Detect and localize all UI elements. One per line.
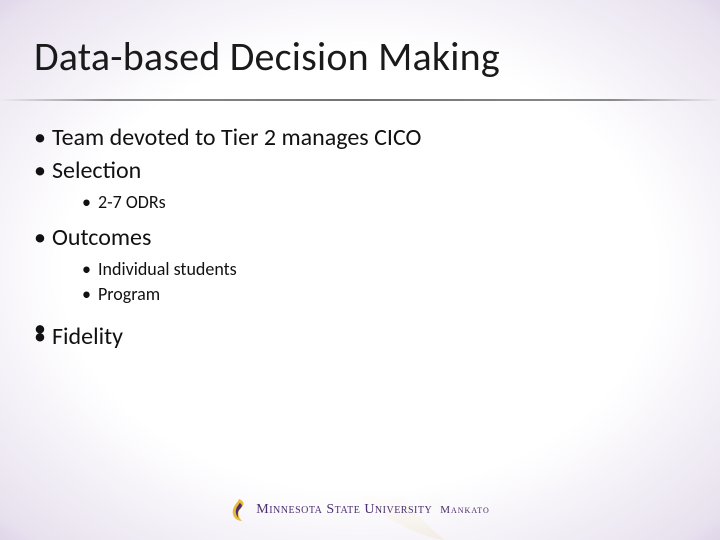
sub-bullet-list: 2-7 ODRs <box>52 190 680 214</box>
logo-text: Minnesota State University Mankato <box>256 502 489 518</box>
bullet-list: Team devoted to Tier 2 manages CICO Sele… <box>34 123 680 353</box>
title-divider <box>0 99 720 101</box>
org-name-sub: Mankato <box>440 504 490 516</box>
sub-bullet-item: 2-7 ODRs <box>82 190 680 214</box>
org-name-main: Minnesota State University <box>256 502 432 517</box>
footer: Minnesota State University Mankato <box>0 499 720 526</box>
spacer <box>34 314 680 320</box>
sub-bullet-item: Individual students <box>82 257 680 281</box>
bullet-item: Team devoted to Tier 2 manages CICO <box>34 123 680 154</box>
bullet-item: Fidelity <box>34 322 680 353</box>
bullet-text: Outcomes <box>52 223 151 252</box>
bullet-item: Outcomes Individual students Program <box>34 223 680 306</box>
sub-bullet-list: Individual students Program <box>52 257 680 306</box>
flame-icon <box>230 499 248 521</box>
sub-bullet-item: Program <box>82 282 680 306</box>
slide-title: Data-based Decision Making <box>34 32 680 81</box>
slide: Data-based Decision Making Team devoted … <box>0 0 720 540</box>
university-logo: Minnesota State University Mankato <box>230 499 489 521</box>
content-area: Data-based Decision Making Team devoted … <box>0 0 720 540</box>
bullet-item: Selection 2-7 ODRs <box>34 156 680 215</box>
bullet-text: Selection <box>52 156 141 185</box>
